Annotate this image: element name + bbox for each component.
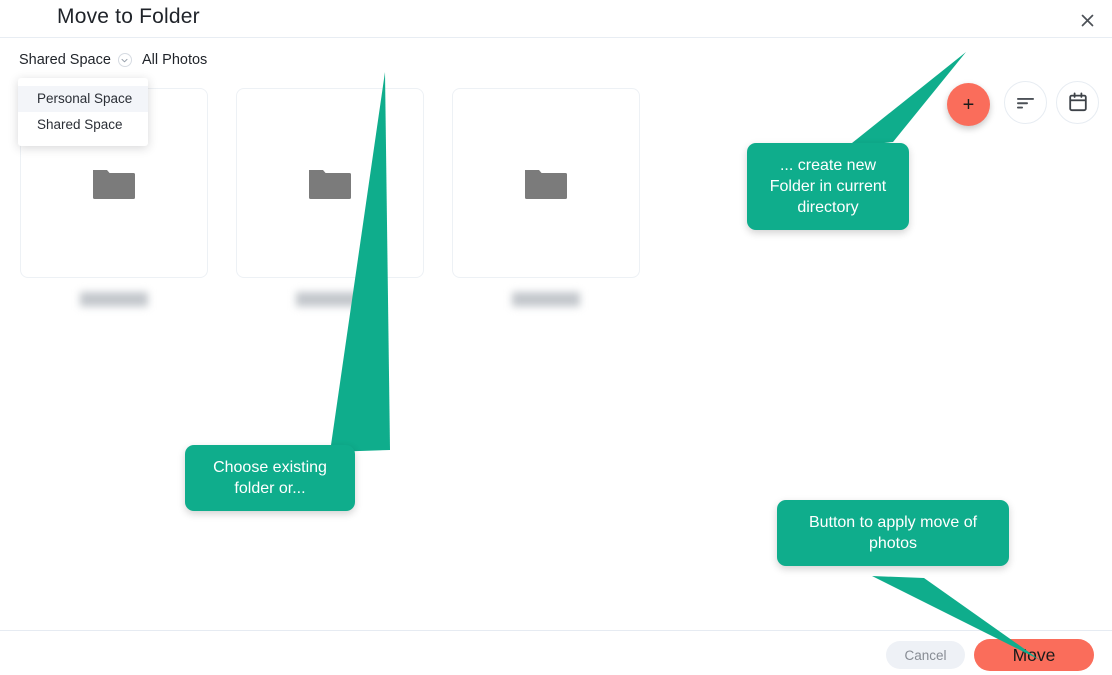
- annotation-text: Button to apply move of photos: [777, 500, 1009, 566]
- folder-icon: [93, 170, 135, 199]
- move-to-folder-dialog: Move to Folder Shared Space All Photos +: [0, 0, 1112, 675]
- annotation-callout-choose-folder: Choose existing folder or...: [185, 72, 390, 511]
- sort-button[interactable]: [1004, 81, 1047, 124]
- page-title: Move to Folder: [57, 5, 200, 28]
- calendar-icon: [1068, 92, 1087, 112]
- annotation-text: Choose existing folder or...: [185, 445, 355, 511]
- dropdown-item-personal-space[interactable]: Personal Space: [18, 86, 148, 112]
- space-dropdown-menu: Personal Space Shared Space: [18, 78, 148, 146]
- calendar-button[interactable]: [1056, 81, 1099, 124]
- annotation-callout-create-folder: ... create new Folder in current directo…: [747, 52, 966, 230]
- callout-tail-icon: [847, 52, 966, 147]
- callout-tail-icon: [330, 72, 390, 452]
- tab-all-photos[interactable]: All Photos: [142, 52, 207, 68]
- folder-name: ████████: [79, 292, 148, 306]
- sort-icon: [1017, 97, 1034, 108]
- chevron-down-glyph: [121, 58, 128, 62]
- close-glyph: [1081, 14, 1093, 26]
- dropdown-item-shared-space[interactable]: Shared Space: [18, 112, 148, 138]
- chevron-down-icon[interactable]: [117, 53, 132, 67]
- annotation-callout-move-button: Button to apply move of photos: [777, 500, 1040, 660]
- close-icon[interactable]: [1075, 8, 1099, 32]
- callout-tail-icon: [872, 576, 1040, 660]
- annotation-text: ... create new Folder in current directo…: [747, 143, 909, 230]
- dialog-header: Move to Folder: [0, 0, 1112, 38]
- space-selector[interactable]: Shared Space: [19, 52, 132, 68]
- space-selector-label: Shared Space: [19, 52, 111, 68]
